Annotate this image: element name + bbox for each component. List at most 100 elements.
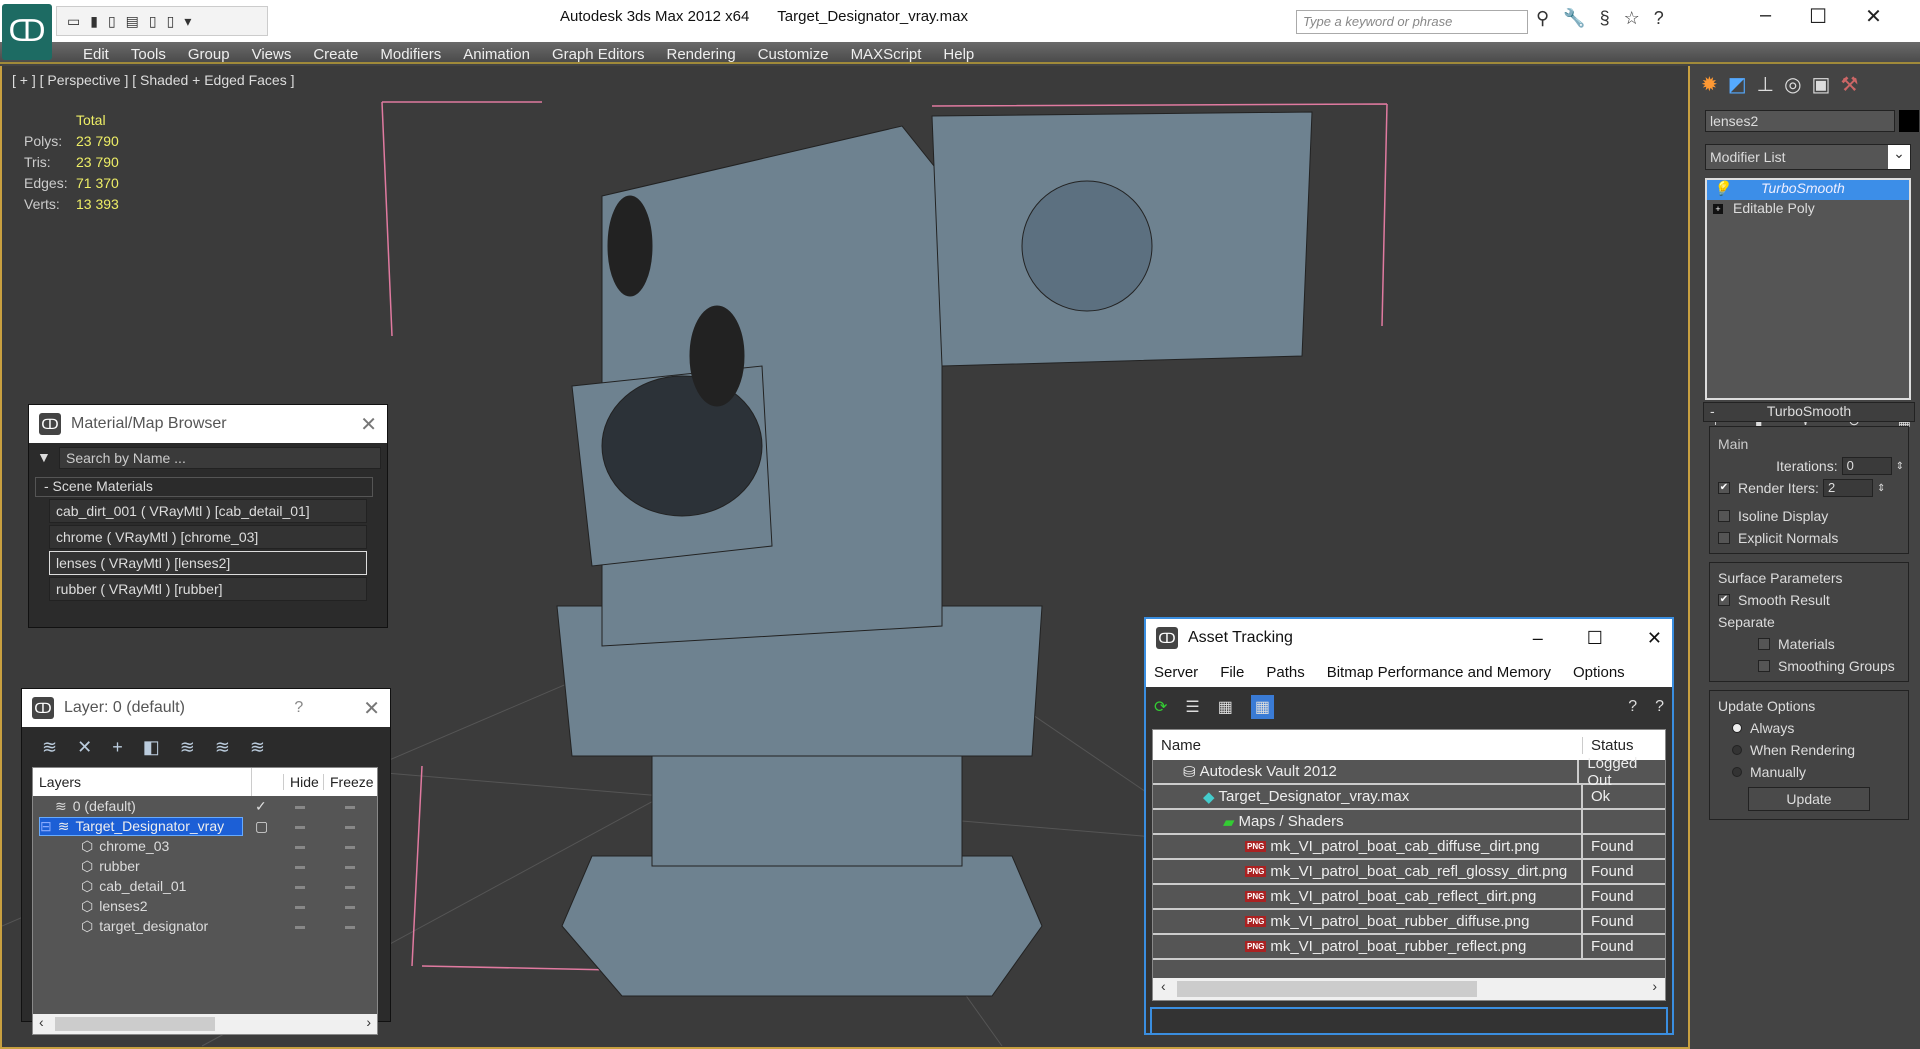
column-status[interactable]: Status xyxy=(1583,737,1634,754)
expand-icon[interactable]: + xyxy=(1713,204,1723,214)
layer-row[interactable]: ⊟ ≋ Target_Designator_vray ▢ ▬ ▬ xyxy=(33,816,377,836)
table-view-icon[interactable]: ▦ xyxy=(1250,695,1274,719)
context-help-icon[interactable]: ? xyxy=(1655,698,1664,716)
column-layers[interactable]: Layers xyxy=(33,774,251,790)
binoculars-icon[interactable]: ⚲ xyxy=(1536,8,1549,29)
menu-rendering[interactable]: Rendering xyxy=(655,42,746,64)
open-icon[interactable]: ▭ xyxy=(67,13,80,30)
freeze-toggle[interactable]: ▬ xyxy=(345,801,355,812)
hide-toggle[interactable]: ▬ xyxy=(295,821,305,832)
undo-icon[interactable]: ▯ xyxy=(108,13,116,30)
select-objects-icon[interactable]: ◧ xyxy=(143,737,160,758)
menu-maxscript[interactable]: MAXScript xyxy=(840,42,933,64)
column-freeze[interactable]: Freeze xyxy=(323,774,374,790)
horizontal-scrollbar[interactable]: ‹ › xyxy=(1153,978,1665,1000)
search-input[interactable]: Search by Name ... xyxy=(59,447,381,469)
maximize-button[interactable]: ☐ xyxy=(1809,4,1827,29)
asset-row[interactable]: ◆ Target_Designator_vray.max Ok xyxy=(1153,785,1665,810)
material-item[interactable]: cab_dirt_001 ( VRayMtl ) [cab_detail_01] xyxy=(49,499,367,523)
path-field[interactable] xyxy=(1150,1007,1668,1035)
asset-row[interactable]: ▰ Maps / Shaders xyxy=(1153,810,1665,835)
panel-titlebar[interactable]: ↀ Material/Map Browser ✕ xyxy=(29,405,387,443)
hide-toggle[interactable]: ▬ xyxy=(295,801,305,812)
freeze-toggle[interactable]: ▬ xyxy=(345,901,355,912)
dropdown-icon[interactable]: ▾ xyxy=(184,13,191,30)
close-icon[interactable]: ✕ xyxy=(360,412,377,437)
menu-edit[interactable]: Edit xyxy=(72,42,120,64)
keyword-search-input[interactable]: Type a keyword or phrase xyxy=(1296,10,1528,34)
smooth-result-checkbox[interactable]: ✔ xyxy=(1718,594,1730,606)
update-button[interactable]: Update xyxy=(1748,787,1870,811)
asset-row[interactable]: PNG mk_VI_patrol_boat_cab_reflect_dirt.pn… xyxy=(1153,885,1665,910)
always-radio[interactable] xyxy=(1732,723,1742,733)
material-item[interactable]: rubber ( VRayMtl ) [rubber] xyxy=(49,577,367,601)
layer-row[interactable]: ⬡ rubber ▬ ▬ xyxy=(33,856,377,876)
add-selected-icon[interactable]: + xyxy=(112,737,123,758)
smoothing-groups-checkbox[interactable] xyxy=(1758,660,1770,672)
minimize-button[interactable]: – xyxy=(1760,4,1771,29)
isoline-checkbox[interactable] xyxy=(1718,510,1730,522)
iterations-spinner[interactable]: 0 xyxy=(1841,457,1892,475)
object-name-field[interactable]: lenses2 xyxy=(1705,110,1895,132)
column-name[interactable]: Name xyxy=(1153,736,1583,754)
stack-item-turbosmooth[interactable]: 💡 TurboSmooth xyxy=(1707,180,1909,200)
modify-tab-icon[interactable]: ◩ xyxy=(1728,72,1747,96)
when-rendering-radio[interactable] xyxy=(1732,745,1742,755)
freeze-toggle[interactable]: ▬ xyxy=(345,841,355,852)
project-icon[interactable]: ▯ xyxy=(167,13,175,30)
material-item[interactable]: chrome ( VRayMtl ) [chrome_03] xyxy=(49,525,367,549)
communication-icon[interactable]: § xyxy=(1600,8,1610,29)
menu-options[interactable]: Options xyxy=(1573,664,1625,681)
minimize-button[interactable]: – xyxy=(1533,628,1543,649)
collapse-icon[interactable]: ⊟ xyxy=(40,818,52,835)
window-titlebar[interactable]: ↀ Asset Tracking – ☐ ✕ xyxy=(1146,619,1672,657)
render-iters-checkbox[interactable]: ✔ xyxy=(1718,482,1730,494)
list-view-icon[interactable]: ☰ xyxy=(1185,697,1199,717)
manually-radio[interactable] xyxy=(1732,767,1742,777)
create-tab-icon[interactable]: ✹ xyxy=(1701,72,1718,96)
menu-paths[interactable]: Paths xyxy=(1266,664,1304,681)
viewport-label[interactable]: [ + ] [ Perspective ] [ Shaded + Edged F… xyxy=(12,72,295,88)
hide-toggle[interactable]: ▬ xyxy=(295,841,305,852)
set-current-icon[interactable]: ▢ xyxy=(255,818,268,835)
menu-server[interactable]: Server xyxy=(1154,664,1198,681)
menu-customize[interactable]: Customize xyxy=(747,42,840,64)
menu-animation[interactable]: Animation xyxy=(452,42,541,64)
hide-toggle[interactable]: ▬ xyxy=(295,901,305,912)
rollout-header[interactable]: - TurboSmooth xyxy=(1703,402,1915,422)
render-iters-spinner[interactable]: 2 xyxy=(1822,479,1873,497)
current-layer-check-icon[interactable]: ✓ xyxy=(255,798,267,815)
freeze-all-icon[interactable]: ≋ xyxy=(250,737,265,758)
hide-toggle[interactable]: ▬ xyxy=(295,881,305,892)
thumbnail-view-icon[interactable]: ▦ xyxy=(1218,697,1233,717)
delete-layer-icon[interactable]: ✕ xyxy=(77,737,92,758)
new-layer-icon[interactable]: ≋ xyxy=(42,737,57,758)
spinner-arrows-icon[interactable]: ⇕ xyxy=(1896,461,1904,472)
application-button[interactable]: ↀ xyxy=(2,4,52,60)
utilities-tab-icon[interactable]: ⚒ xyxy=(1840,72,1858,96)
menu-tools[interactable]: Tools xyxy=(120,42,177,64)
hierarchy-tab-icon[interactable]: ⊥ xyxy=(1757,72,1774,96)
asset-row[interactable]: PNG mk_VI_patrol_boat_cab_refl_glossy_dir… xyxy=(1153,860,1665,885)
explicit-normals-checkbox[interactable] xyxy=(1718,532,1730,544)
close-button[interactable]: ✕ xyxy=(1865,4,1882,29)
motion-tab-icon[interactable]: ◎ xyxy=(1784,72,1801,96)
menu-help[interactable]: Help xyxy=(932,42,985,64)
layer-row[interactable]: ⬡ cab_detail_01 ▬ ▬ xyxy=(33,876,377,896)
spinner-arrows-icon[interactable]: ⇕ xyxy=(1877,483,1885,494)
panel-titlebar[interactable]: ↀ Layer: 0 (default)? ✕ xyxy=(22,689,390,727)
asset-row[interactable]: PNG mk_VI_patrol_boat_rubber_reflect.png F… xyxy=(1153,935,1665,960)
hide-all-icon[interactable]: ≋ xyxy=(215,737,230,758)
scene-materials-group[interactable]: - Scene Materials xyxy=(35,477,373,497)
asset-row[interactable]: PNG mk_VI_patrol_boat_cab_diffuse_dirt.pn… xyxy=(1153,835,1665,860)
menu-file[interactable]: File xyxy=(1220,664,1244,681)
filter-icon[interactable]: ▼ xyxy=(37,449,51,465)
hide-toggle[interactable]: ▬ xyxy=(295,861,305,872)
menu-bitmap-performance[interactable]: Bitmap Performance and Memory xyxy=(1327,664,1551,681)
object-color-swatch[interactable] xyxy=(1899,110,1919,132)
save-icon[interactable]: ▮ xyxy=(90,13,98,30)
fetch-icon[interactable]: ▯ xyxy=(149,13,157,30)
stack-item-editable-poly[interactable]: + Editable Poly xyxy=(1707,200,1909,220)
hide-toggle[interactable]: ▬ xyxy=(295,921,305,932)
asset-row[interactable]: PNG mk_VI_patrol_boat_rubber_diffuse.png F… xyxy=(1153,910,1665,935)
